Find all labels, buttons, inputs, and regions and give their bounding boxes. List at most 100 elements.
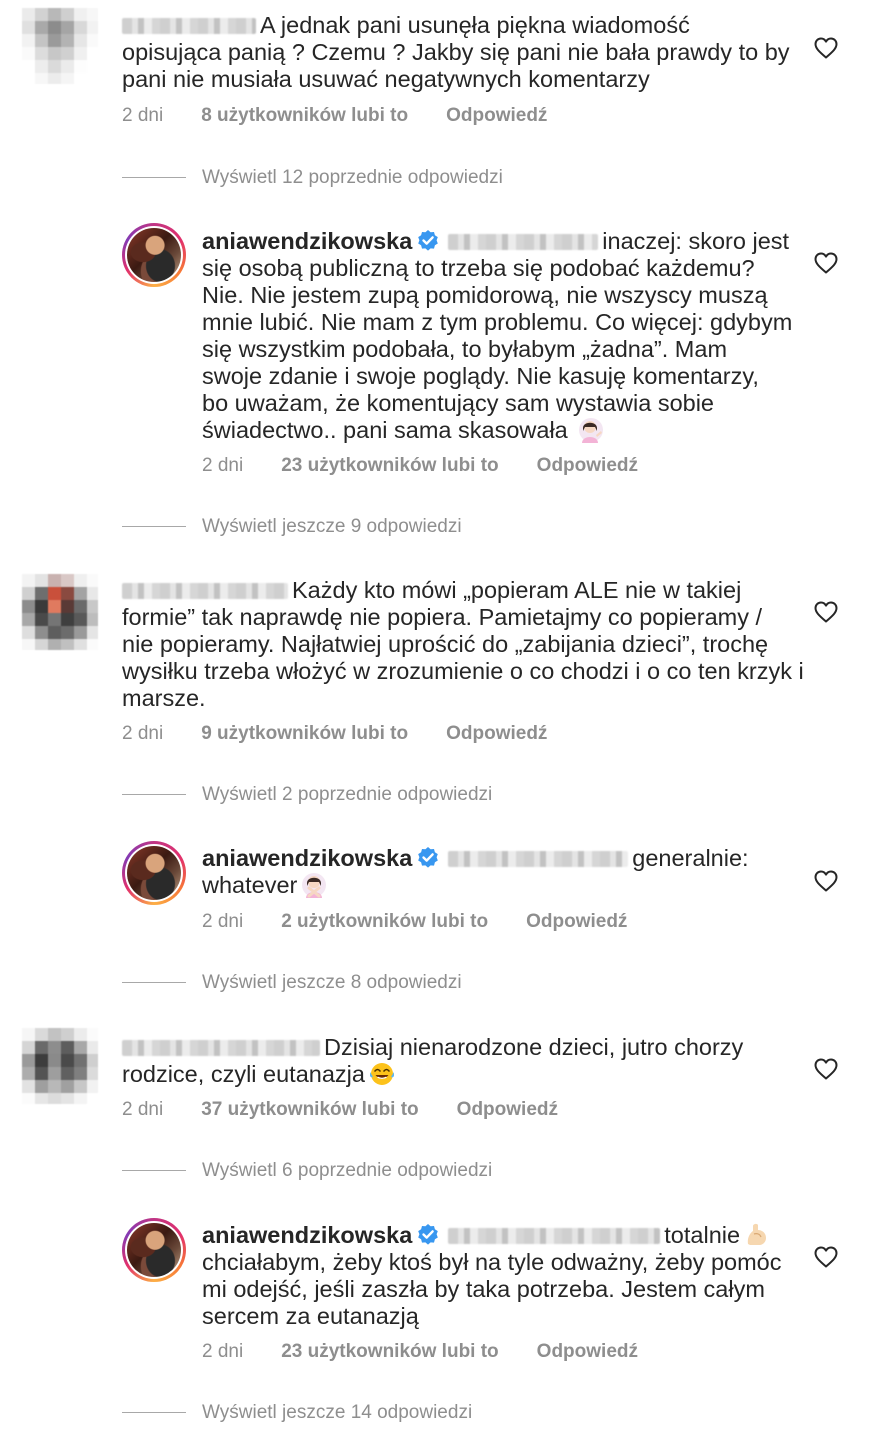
comment-line: rodzice, czyli eutanazja: [122, 1061, 743, 1088]
view-replies-button[interactable]: Wyświetl 6 poprzednie odpowiedzi: [122, 1160, 492, 1182]
comment-line: formie” tak naprawdę nie popiera. Pamiet…: [122, 604, 763, 630]
timestamp: 2 dni: [202, 1341, 244, 1362]
username-link[interactable]: aniawendzikowska: [202, 228, 412, 254]
avatar-story-ring[interactable]: [122, 223, 186, 287]
comment-text-fragment: rodzice, czyli eutanazja: [122, 1061, 365, 1087]
divider-line: [122, 1412, 186, 1414]
reply-button[interactable]: Odpowiedź: [457, 1099, 558, 1121]
comment-meta: 2 dni 23 użytkowników lubi to Odpowiedź: [202, 455, 638, 477]
comment-line: się osobą publiczną to trzeba się podoba…: [202, 255, 755, 281]
comment-line: swoje zdanie i swoje poglądy. Nie kasuję…: [202, 363, 759, 389]
comment-text-fragment: świadectwo.. pani sama skasowała: [202, 417, 568, 443]
reply-button[interactable]: Odpowiedź: [526, 911, 627, 933]
view-replies-button[interactable]: Wyświetl jeszcze 9 odpowiedzi: [122, 516, 462, 538]
like-heart-icon[interactable]: [814, 37, 838, 59]
comment-text-fragment: totalnie: [664, 1222, 741, 1248]
avatar-blurred[interactable]: [22, 1028, 98, 1104]
redacted-username[interactable]: [122, 18, 256, 34]
comment-meta: 2 dni 9 użytkowników lubi to Odpowiedź: [122, 723, 547, 745]
like-heart-icon[interactable]: [814, 601, 838, 623]
view-replies-label: Wyświetl 2 poprzednie odpowiedzi: [202, 784, 493, 805]
comment-line: świadectwo.. pani sama skasowała: [202, 417, 792, 444]
verified-badge-icon: [416, 846, 440, 870]
comment-thread-3: Dzisiaj nienarodzone dzieci, jutro chorz…: [0, 1022, 880, 1192]
comment-line: whatever: [202, 872, 749, 899]
comment-line: bo uważam, że komentujący sam wystawia s…: [202, 390, 714, 416]
comment-line: nie popieramy. Najłatwiej uprościć do „z…: [122, 631, 769, 657]
view-replies-label: Wyświetl 6 poprzednie odpowiedzi: [202, 1160, 493, 1181]
comment-line: opisująca panią ? Czemu ? Jakby się pani…: [122, 39, 790, 65]
likes-count[interactable]: 23 użytkowników lubi to: [281, 455, 498, 477]
comment-line: Dzisiaj nienarodzone dzieci, jutro chorz…: [122, 1034, 743, 1061]
comment-meta: 2 dni 23 użytkowników lubi to Odpowiedź: [202, 1341, 638, 1363]
like-heart-icon[interactable]: [814, 1246, 838, 1268]
view-replies-label: Wyświetl jeszcze 8 odpowiedzi: [202, 972, 462, 993]
username-link[interactable]: aniawendzikowska: [202, 845, 412, 871]
redacted-mention[interactable]: [448, 851, 629, 867]
timestamp: 2 dni: [122, 723, 164, 744]
reply-thread-3: aniawendzikowska totalnie chciałabym, żeb…: [0, 1210, 880, 1435]
verified-badge-icon: [416, 229, 440, 253]
comment-line: mnie lubić. Nie mam z tym problemu. Co w…: [202, 309, 793, 335]
verified-badge-icon: [416, 1223, 440, 1247]
comment-line: wysiłku trzeba włożyć w zrozumienie o co…: [122, 658, 804, 684]
reply-button[interactable]: Odpowiedź: [446, 723, 547, 745]
avatar-blurred[interactable]: [22, 8, 98, 84]
comment-line: się wszystkim podobała, to byłabym „żadn…: [202, 336, 728, 362]
comment-thread-2: Każdy kto mówi „popieram ALE nie w takie…: [0, 565, 880, 815]
comment-line: pani nie musiała usuwać negatywnych kome…: [122, 66, 650, 92]
like-heart-icon[interactable]: [814, 252, 838, 274]
reply-button[interactable]: Odpowiedź: [537, 1341, 638, 1363]
comment-text-fragment: Każdy kto mówi „popieram ALE nie w takie…: [292, 577, 742, 603]
redacted-mention[interactable]: [448, 234, 599, 250]
timestamp: 2 dni: [122, 1099, 164, 1120]
comment-line: aniawendzikowska generalnie:: [202, 845, 749, 872]
avatar-blurred[interactable]: [22, 574, 98, 650]
divider-line: [122, 1170, 186, 1172]
likes-count[interactable]: 9 użytkowników lubi to: [201, 723, 408, 745]
comment-line: A jednak pani usunęła piękna wiadomość: [122, 12, 790, 39]
comment-text: Każdy kto mówi „popieram ALE nie w takie…: [122, 577, 804, 712]
comment-text: aniawendzikowska generalnie: whatever: [202, 845, 749, 899]
view-replies-label: Wyświetl jeszcze 14 odpowiedzi: [202, 1402, 473, 1423]
timestamp: 2 dni: [122, 105, 164, 126]
reply-thread-1: aniawendzikowska inaczej: skoro jest się …: [0, 215, 880, 545]
view-replies-button[interactable]: Wyświetl 2 poprzednie odpowiedzi: [122, 784, 492, 806]
view-replies-label: Wyświetl jeszcze 9 odpowiedzi: [202, 516, 462, 537]
likes-count[interactable]: 23 użytkowników lubi to: [281, 1341, 498, 1363]
comment-line: aniawendzikowska totalnie: [202, 1222, 782, 1249]
redacted-mention[interactable]: [448, 1228, 661, 1244]
reply-button[interactable]: Odpowiedź: [446, 105, 547, 127]
avatar-photo: [127, 846, 181, 900]
like-heart-icon[interactable]: [814, 1058, 838, 1080]
comment-meta: 2 dni 37 użytkowników lubi to Odpowiedź: [122, 1099, 558, 1121]
avatar-photo: [127, 1223, 181, 1277]
comment-line: Każdy kto mówi „popieram ALE nie w takie…: [122, 577, 804, 604]
likes-count[interactable]: 8 użytkowników lubi to: [201, 105, 408, 127]
avatar-story-ring[interactable]: [122, 841, 186, 905]
like-heart-icon[interactable]: [814, 870, 838, 892]
avatar-story-ring[interactable]: [122, 1218, 186, 1282]
comment-line: marsze.: [122, 685, 206, 711]
username-link[interactable]: aniawendzikowska: [202, 1222, 412, 1248]
comment-line: sercem za eutanazją: [202, 1303, 419, 1329]
comment-text: A jednak pani usunęła piękna wiadomość o…: [122, 12, 790, 93]
likes-count[interactable]: 2 użytkowników lubi to: [281, 911, 488, 933]
comment-text-fragment: whatever: [202, 872, 298, 898]
comment-text: aniawendzikowska totalnie chciałabym, żeb…: [202, 1222, 782, 1330]
redacted-username[interactable]: [122, 1040, 320, 1056]
reply-button[interactable]: Odpowiedź: [537, 455, 638, 477]
divider-line: [122, 526, 186, 528]
view-replies-button[interactable]: Wyświetl jeszcze 14 odpowiedzi: [122, 1402, 472, 1424]
redacted-username[interactable]: [122, 583, 288, 599]
comment-text-fragment: generalnie:: [632, 845, 749, 871]
woman-tipping-hand-emoji: [579, 418, 604, 443]
comment-thread-1: A jednak pani usunęła piękna wiadomość o…: [0, 0, 880, 200]
comment-meta: 2 dni 2 użytkowników lubi to Odpowiedź: [202, 911, 627, 933]
view-replies-button[interactable]: Wyświetl jeszcze 8 odpowiedzi: [122, 972, 462, 994]
timestamp: 2 dni: [202, 911, 244, 932]
view-replies-button[interactable]: Wyświetl 12 poprzednie odpowiedzi: [122, 167, 503, 189]
divider-line: [122, 794, 186, 796]
divider-line: [122, 982, 186, 984]
likes-count[interactable]: 37 użytkowników lubi to: [201, 1099, 418, 1121]
